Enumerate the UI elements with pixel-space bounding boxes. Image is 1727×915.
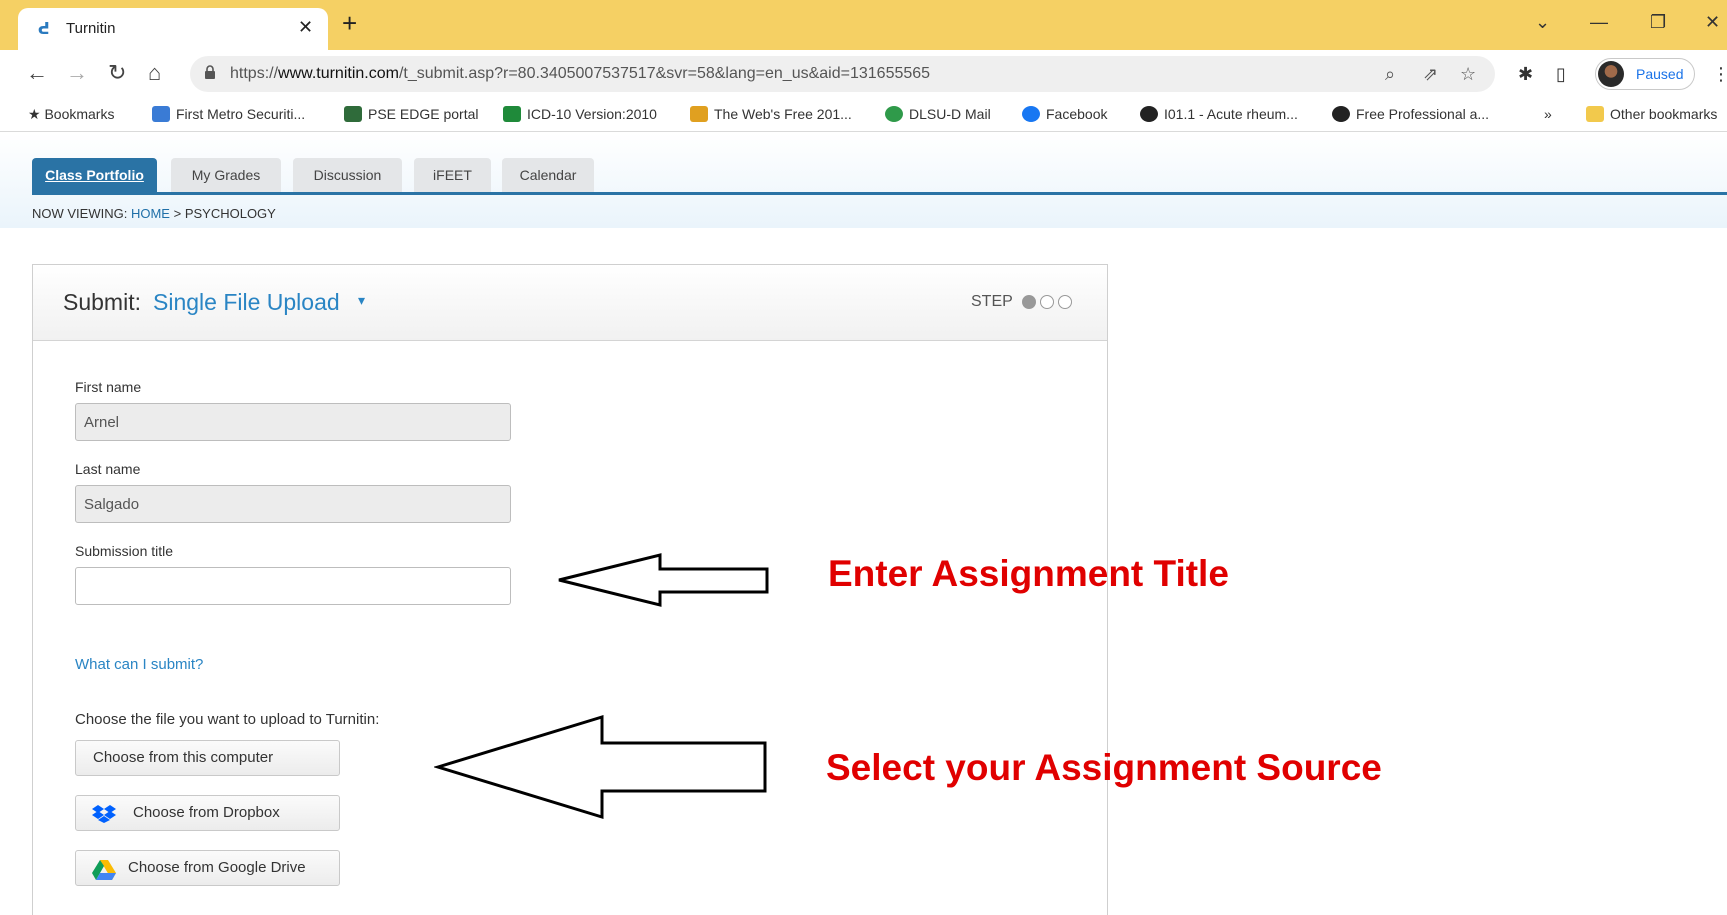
tab-class-portfolio[interactable]: Class Portfolio	[32, 158, 157, 192]
first-name-label: First name	[75, 379, 142, 395]
extensions-icon[interactable]: ✱	[1518, 64, 1533, 85]
submission-title-input[interactable]	[75, 567, 511, 605]
bookmark-item[interactable]: I01.1 - Acute rheum...	[1140, 106, 1298, 122]
turnitin-favicon-icon: ᕍ	[38, 21, 50, 38]
annotation-title-hint: Enter Assignment Title	[828, 553, 1229, 594]
browser-tab-turnitin[interactable]: ᕍ Turnitin ✕	[18, 8, 328, 50]
breadcrumb-separator: >	[173, 206, 182, 221]
close-window-icon[interactable]: ✕	[1705, 12, 1720, 33]
share-icon[interactable]: ⇗	[1423, 64, 1438, 85]
turnitin-page: Class Portfolio My Grades Discussion iFE…	[0, 133, 1727, 915]
side-panel-icon[interactable]: ▯	[1556, 64, 1566, 85]
what-can-i-submit-link[interactable]: What can I submit?	[75, 656, 203, 673]
first-name-field[interactable]	[75, 403, 511, 441]
step-label: STEP	[971, 293, 1013, 310]
bookmark-item[interactable]: Facebook	[1022, 106, 1107, 122]
breadcrumb-current: PSYCHOLOGY	[184, 206, 276, 221]
tab-calendar[interactable]: Calendar	[502, 158, 594, 192]
submission-title-label: Submission title	[75, 543, 174, 559]
new-tab-icon[interactable]: +	[342, 10, 357, 36]
breadcrumb-prefix: NOW VIEWING:	[32, 206, 128, 221]
more-bookmarks-icon[interactable]: »	[1544, 106, 1552, 122]
step-dot-1	[1022, 295, 1036, 309]
tab-my-grades[interactable]: My Grades	[171, 158, 281, 192]
submit-panel-header: Submit: Single File Upload ▾ STEP	[33, 265, 1107, 341]
bookmark-favicon-icon	[1332, 106, 1350, 122]
choose-from-google-drive-button[interactable]: Choose from Google Drive	[75, 850, 340, 886]
bookmark-favicon-icon	[885, 106, 903, 122]
reload-icon[interactable]: ↻	[108, 60, 126, 86]
choose-from-dropbox-label: Choose from Dropbox	[133, 804, 280, 821]
menu-kebab-icon[interactable]: ⋮	[1712, 64, 1727, 85]
profile-status: Paused	[1636, 66, 1684, 82]
forward-icon[interactable]: →	[66, 60, 88, 86]
chevron-down-icon[interactable]: ▾	[358, 292, 365, 309]
choose-file-prompt: Choose the file you want to upload to Tu…	[75, 711, 380, 728]
bookmark-star-icon[interactable]: ☆	[1460, 64, 1476, 85]
minimize-icon[interactable]: —	[1590, 12, 1608, 33]
bookmark-item[interactable]: Other bookmarks	[1586, 106, 1717, 122]
dropbox-icon	[92, 805, 116, 823]
home-icon[interactable]: ⌂	[148, 60, 161, 86]
choose-from-computer-button[interactable]: Choose from this computer	[75, 740, 340, 776]
close-tab-icon[interactable]: ✕	[298, 17, 313, 38]
tab-ifeet[interactable]: iFEET	[414, 158, 491, 192]
restore-icon[interactable]: ❐	[1650, 12, 1666, 33]
profile-button[interactable]: Paused	[1595, 58, 1695, 90]
bookmark-item[interactable]: First Metro Securiti...	[152, 106, 305, 122]
bookmark-favicon-icon	[1140, 106, 1158, 122]
google-drive-icon	[92, 860, 116, 880]
breadcrumb: NOW VIEWING: HOME > PSYCHOLOGY	[32, 206, 276, 221]
tab-search-chevron-icon[interactable]: ⌄	[1535, 12, 1550, 33]
url-text: https://www.turnitin.com/t_submit.asp?r=…	[230, 65, 931, 82]
browser-tabstrip: ᕍ Turnitin ✕ + ⌄ — ❐ ✕	[0, 0, 1727, 50]
last-name-field[interactable]	[75, 485, 511, 523]
bookmark-favicon-icon	[344, 106, 362, 122]
lock-icon	[205, 65, 215, 79]
arrow-left-icon	[558, 553, 769, 607]
star-icon: ★	[28, 106, 45, 122]
bookmark-item[interactable]: DLSU-D Mail	[885, 106, 991, 122]
bookmark-item[interactable]: Free Professional a...	[1332, 106, 1489, 122]
zoom-icon[interactable]: ⌕	[1385, 64, 1395, 85]
arrow-left-icon	[434, 714, 767, 820]
submit-label: Submit:	[63, 289, 141, 315]
bookmarks-bar: ★ Bookmarks First Metro Securiti... PSE …	[0, 98, 1727, 132]
bookmark-item[interactable]: ICD-10 Version:2010	[503, 106, 657, 122]
tab-discussion[interactable]: Discussion	[293, 158, 402, 192]
breadcrumb-home-link[interactable]: HOME	[131, 206, 170, 221]
browser-navbar: ← → ↻ ⌂ https://www.turnitin.com/t_submi…	[0, 50, 1727, 98]
step-dot-2	[1040, 295, 1054, 309]
bookmark-item[interactable]: ★ Bookmarks	[28, 106, 114, 123]
step-dot-3	[1058, 295, 1072, 309]
choose-from-dropbox-button[interactable]: Choose from Dropbox	[75, 795, 340, 831]
facebook-icon	[1022, 106, 1040, 122]
nav-divider	[32, 192, 1727, 195]
choose-from-computer-label: Choose from this computer	[93, 749, 274, 766]
upload-mode-dropdown[interactable]: Single File Upload	[153, 289, 340, 316]
last-name-label: Last name	[75, 461, 141, 477]
tab-title: Turnitin	[66, 20, 116, 37]
back-icon[interactable]: ←	[26, 60, 48, 86]
address-bar[interactable]: https://www.turnitin.com/t_submit.asp?r=…	[190, 56, 1495, 92]
choose-from-google-drive-label: Choose from Google Drive	[128, 859, 306, 876]
bookmark-favicon-icon	[690, 106, 708, 122]
annotation-source-hint: Select your Assignment Source	[826, 747, 1382, 788]
avatar	[1598, 61, 1624, 87]
bookmark-item[interactable]: The Web's Free 201...	[690, 106, 852, 122]
bookmark-favicon-icon	[503, 106, 521, 122]
bookmark-item[interactable]: PSE EDGE portal	[344, 106, 479, 122]
folder-icon	[1586, 106, 1604, 122]
bookmark-favicon-icon	[152, 106, 170, 122]
